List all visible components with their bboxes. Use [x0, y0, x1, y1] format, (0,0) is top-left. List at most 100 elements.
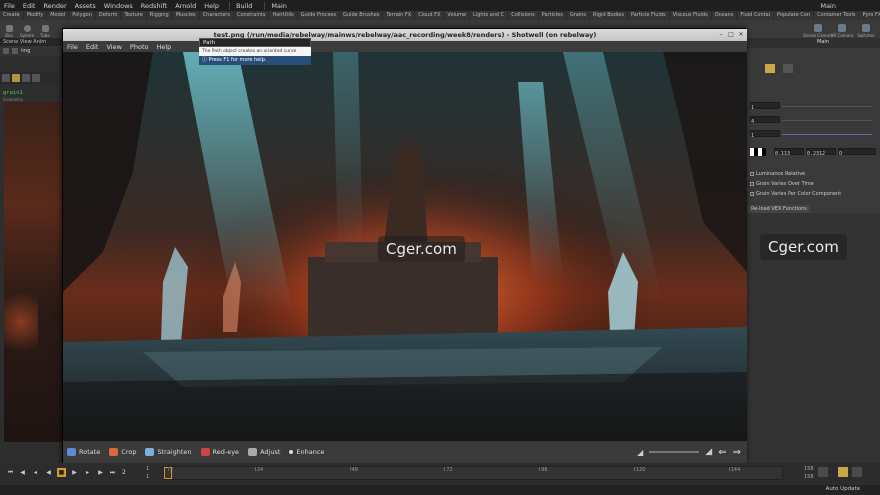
shelf-tab[interactable]: Volume [444, 11, 471, 20]
realtime-icon[interactable] [838, 467, 848, 477]
param-slider-3[interactable] [782, 134, 872, 135]
current-frame[interactable]: 2 [122, 469, 126, 476]
frame-start-field[interactable]: 1 [146, 466, 149, 472]
key-icon[interactable] [818, 467, 828, 477]
color-value-2[interactable]: 0.2312 [806, 148, 836, 157]
menu-assets[interactable]: Assets [71, 2, 100, 10]
tool-stereo-camera[interactable]: Stereo Camera [803, 20, 833, 38]
shelf-tab[interactable]: Particles [539, 11, 567, 20]
minimize-icon[interactable]: – [717, 31, 725, 39]
cb-luminance[interactable]: Luminance Relative [750, 171, 805, 177]
zoom-out-icon[interactable]: ◢ [637, 448, 643, 457]
main-dropdown[interactable]: Main [264, 1, 293, 10]
color-swatch[interactable] [750, 148, 766, 156]
param-slider-2[interactable] [782, 120, 872, 121]
go-start-icon[interactable]: ⏮ [6, 468, 15, 477]
menu-redshift[interactable]: Redshift [137, 2, 171, 10]
shelf-tab[interactable]: Create [0, 11, 24, 20]
param-slider-1[interactable] [782, 106, 872, 107]
photo-canvas[interactable]: Cger.com [63, 52, 747, 441]
enhance-button[interactable]: Enhance [289, 448, 324, 456]
handle-icon[interactable] [12, 74, 20, 82]
right-desktop-dropdown[interactable]: Main [816, 2, 840, 10]
zoom-slider[interactable] [649, 451, 700, 453]
sw-menu-help[interactable]: Help [156, 43, 171, 51]
shotwell-titlebar[interactable]: test.png (/run/media/rebelway/mainws/reb… [63, 29, 747, 41]
select-icon[interactable] [2, 74, 10, 82]
desktop-dropdown[interactable]: Build [229, 1, 258, 10]
left-viewport[interactable] [4, 102, 62, 442]
color-value-3[interactable]: 0 [838, 148, 876, 157]
sw-menu-file[interactable]: File [67, 43, 78, 51]
menu-help[interactable]: Help [200, 2, 223, 10]
tool-box[interactable]: Box [0, 20, 18, 38]
shelf-tab[interactable]: Populate Con [774, 11, 815, 20]
snap-icon[interactable] [32, 74, 40, 82]
redeye-button[interactable]: Red-eye [200, 448, 239, 456]
forward-icon[interactable] [12, 48, 18, 54]
shelf-tab[interactable]: Pyro FX [859, 11, 880, 20]
shelf-tab[interactable]: Polygon [69, 11, 96, 20]
menu-windows[interactable]: Windows [100, 2, 137, 10]
close-icon[interactable]: ✕ [737, 31, 745, 39]
global-anim-icon[interactable] [852, 467, 862, 477]
adjust-button[interactable]: Adjust [248, 448, 280, 456]
menu-file[interactable]: File [0, 2, 19, 10]
step-forward-key-icon[interactable]: ▶ [96, 468, 105, 477]
back-icon[interactable] [3, 48, 9, 54]
parameter-tab[interactable]: Main [745, 38, 880, 48]
shelf-tab[interactable]: HairUtils [269, 11, 298, 20]
shelf-tab[interactable]: Constraints [234, 11, 270, 20]
crop-button[interactable]: Crop [109, 448, 136, 456]
gear-icon[interactable] [783, 64, 793, 73]
shelf-tab[interactable]: Modify [24, 11, 48, 20]
shelf-tab[interactable]: Container Tools [814, 11, 860, 20]
play-reverse-icon[interactable]: ◀ [44, 468, 53, 477]
left-path[interactable]: img [21, 48, 30, 54]
maximize-icon[interactable]: □ [727, 31, 735, 39]
sw-menu-edit[interactable]: Edit [86, 43, 99, 51]
param-field-3[interactable]: 1 [750, 130, 780, 139]
frame-field[interactable]: 1 [146, 474, 149, 480]
color-value-1[interactable]: 0.113 [774, 148, 804, 157]
param-field-2[interactable]: 4 [750, 116, 780, 125]
play-icon[interactable]: ▶ [70, 468, 79, 477]
straighten-button[interactable]: Straighten [145, 448, 192, 456]
end-frame-2[interactable]: 158 [804, 474, 814, 480]
cb-grain-time[interactable]: Grain Varies Over Time [750, 181, 814, 187]
shelf-tab[interactable]: Fluid Contai [737, 11, 775, 20]
reload-vex-button[interactable]: Re-load VEX Functions [748, 205, 810, 213]
menu-render[interactable]: Render [39, 2, 70, 10]
end-frame-1[interactable]: 158 [804, 466, 814, 472]
view-icon[interactable] [22, 74, 30, 82]
shelf-tab[interactable]: Muscles [173, 11, 200, 20]
tool-vr-camera[interactable]: VR Camera [831, 20, 853, 38]
shelf-tab[interactable]: Deform [96, 11, 122, 20]
shelf-tab[interactable]: Oceans [712, 11, 738, 20]
go-end-icon[interactable]: ⏭ [108, 468, 117, 477]
sw-menu-photo[interactable]: Photo [130, 43, 149, 51]
stop-icon[interactable]: ■ [57, 468, 66, 477]
shelf-tab[interactable]: Cloud FX [415, 11, 445, 20]
param-field-1[interactable]: 1 [750, 102, 780, 111]
rotate-button[interactable]: Rotate [67, 448, 100, 456]
tool-switcher[interactable]: Switcher [856, 20, 876, 38]
scene-view-tab[interactable]: Scene View Anim [0, 38, 62, 46]
step-back-icon[interactable]: ◂ [31, 468, 40, 477]
cb-grain-color[interactable]: Grain Varies Per Color Component [750, 191, 841, 197]
zoom-in-icon[interactable]: ◢ [705, 447, 712, 457]
sw-menu-view[interactable]: View [106, 43, 121, 51]
shelf-tab[interactable]: Rigging [147, 11, 173, 20]
shelf-tab[interactable]: Particle Fluids [628, 11, 670, 20]
shelf-tab[interactable]: Rigid Bodies [590, 11, 628, 20]
shelf-tab[interactable]: Terrain FX [383, 11, 416, 20]
next-photo-icon[interactable]: ⇒ [733, 447, 741, 458]
tool-sphere[interactable]: Sphere [18, 20, 36, 38]
shelf-tab[interactable]: Grains [567, 11, 591, 20]
step-forward-icon[interactable]: ▸ [83, 468, 92, 477]
shelf-tab[interactable]: Lights and C [470, 11, 509, 20]
menu-edit[interactable]: Edit [19, 2, 40, 10]
timeline-ruler[interactable]: 2 24 48 72 96 120 144 [163, 466, 783, 480]
step-back-key-icon[interactable]: ◀ [18, 468, 27, 477]
menu-arnold[interactable]: Arnold [171, 2, 200, 10]
